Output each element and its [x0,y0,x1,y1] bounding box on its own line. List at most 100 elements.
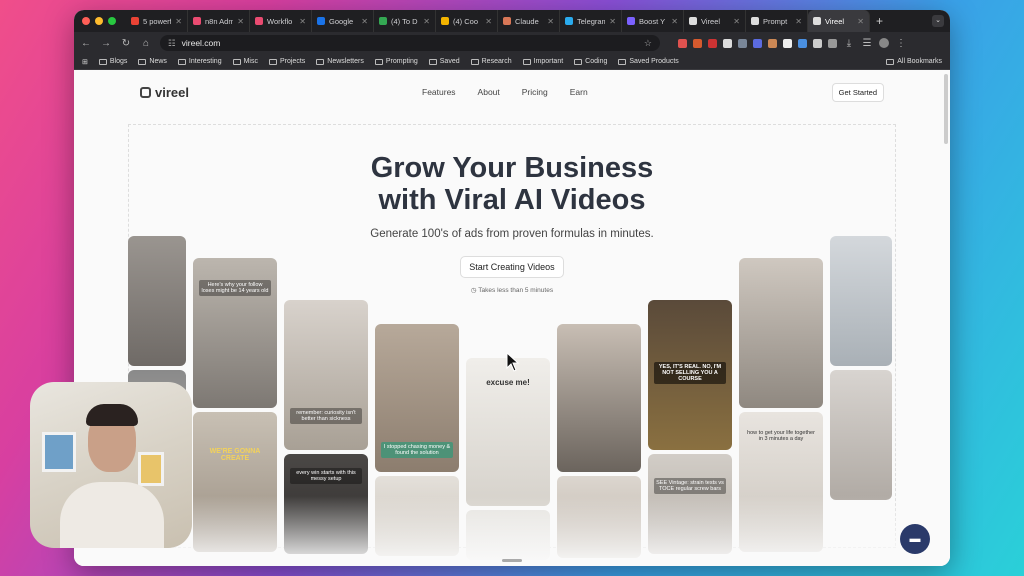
home-icon[interactable]: ⌂ [140,38,152,49]
browser-tab[interactable]: Claude ✕ [498,10,560,32]
video-card[interactable] [830,370,892,500]
tab-favicon-icon [317,17,325,25]
video-caption: SEE Vintage: strain tests vs TOCE regula… [654,478,726,494]
nav-features[interactable]: Features [422,87,456,97]
bookmark-folder[interactable]: Misc [232,58,258,65]
wall-frame [138,452,164,486]
time-note: ◷ Takes less than 5 minutes [74,286,950,294]
back-icon[interactable]: ← [80,38,92,49]
bookmark-folder[interactable]: Prompting [374,58,418,65]
tab-close-icon[interactable]: ✕ [175,17,182,26]
browser-tab[interactable]: Telegram ✕ [560,10,622,32]
bookmark-label: Saved [439,58,460,65]
extension-icon[interactable] [753,38,762,48]
folder-icon [316,58,325,65]
video-card[interactable]: remember: curiosity isn't better than si… [284,300,368,450]
tab-search-icon[interactable]: ⌄ [932,15,944,27]
browser-tab[interactable]: (4) To D ✕ [374,10,436,32]
bookmark-folder[interactable]: Interesting [177,58,222,65]
extension-icon[interactable] [708,38,717,48]
tab-close-icon[interactable]: ✕ [485,17,492,26]
bookmark-folder[interactable]: News [138,58,167,65]
video-caption: I stopped chasing money & found the solu… [381,442,453,458]
site-info-icon[interactable]: ☷ [168,38,176,49]
get-started-button[interactable]: Get Started [831,82,884,102]
tab-close-icon[interactable]: ✕ [547,17,554,26]
maximize-window-button[interactable] [108,17,116,25]
bookmark-folder[interactable]: Newsletters [316,58,364,65]
tab-close-icon[interactable]: ✕ [299,17,306,26]
nav-earn[interactable]: Earn [570,87,588,97]
folder-icon [268,58,277,65]
browser-tab[interactable]: Boost Y ✕ [622,10,684,32]
tab-favicon-icon [255,17,263,25]
bookmark-folder[interactable]: Blogs [98,58,127,65]
extension-icon[interactable] [693,38,702,48]
extension-icon[interactable] [768,38,777,48]
tab-close-icon[interactable]: ✕ [361,17,368,26]
browser-tab[interactable]: Vireel ✕ [808,10,870,32]
extension-icon[interactable] [813,38,822,48]
tab-favicon-icon [813,17,821,25]
video-card[interactable]: YES, IT'S REAL. NO, I'M NOT SELLING YOU … [648,300,732,450]
tab-close-icon[interactable]: ✕ [733,17,740,26]
logo-text: vireel [155,84,189,100]
address-bar[interactable]: ☷ vireel.com ☆ [160,35,660,51]
nav-pricing[interactable]: Pricing [522,87,548,97]
close-window-button[interactable] [82,17,90,25]
apps-grid-icon[interactable]: ⊞ [82,58,88,66]
menu-icon[interactable]: ⋮ [895,38,907,49]
profile-avatar[interactable] [879,38,889,48]
hero-section: Grow Your Business with Viral AI Videos … [74,152,950,294]
bookmark-folder[interactable]: Saved Products [618,58,679,65]
hero-title-line2: with Viral AI Videos [378,184,646,216]
bookmark-folder[interactable]: Coding [574,58,607,65]
browser-tab[interactable]: (4) Coo ✕ [436,10,498,32]
extension-icon[interactable] [783,38,792,48]
presenter-body [60,482,164,548]
video-card[interactable]: excuse me! [466,358,550,506]
nav-about[interactable]: About [478,87,500,97]
tab-close-icon[interactable]: ✕ [423,17,430,26]
extension-icon[interactable] [798,38,807,48]
extension-icon[interactable] [723,38,732,48]
bookmark-star-icon[interactable]: ☆ [644,38,652,49]
extension-icon[interactable] [738,38,747,48]
page-scrollbar[interactable] [944,74,948,144]
forward-icon[interactable]: → [100,38,112,49]
browser-tab[interactable]: Vireel ✕ [684,10,746,32]
bookmark-label: Saved Products [629,58,679,65]
bookmark-folder[interactable]: Projects [268,58,305,65]
tab-close-icon[interactable]: ✕ [237,17,244,26]
video-caption: YES, IT'S REAL. NO, I'M NOT SELLING YOU … [654,362,726,384]
new-tab-button[interactable]: + [870,14,889,28]
chat-icon: ▬ [909,533,921,545]
browser-tab[interactable]: Google ✕ [312,10,374,32]
extension-icon[interactable] [678,38,687,48]
start-creating-videos-button[interactable]: Start Creating Videos [460,256,564,278]
bookmark-label: Misc [243,58,258,65]
browser-tab[interactable]: 5 powerf ✕ [126,10,188,32]
download-icon[interactable]: ⤓ [843,38,855,49]
video-card[interactable]: I stopped chasing money & found the solu… [375,324,459,472]
tab-close-icon[interactable]: ✕ [857,17,864,26]
minimize-window-button[interactable] [95,17,103,25]
video-card[interactable] [557,324,641,472]
browser-tab[interactable]: Workflo ✕ [250,10,312,32]
browser-tab[interactable]: Prompt ✕ [746,10,808,32]
sidebar-icon[interactable]: ☰ [861,38,873,49]
bookmark-folder[interactable]: Important [522,58,563,65]
reload-icon[interactable]: ↻ [120,38,132,49]
drag-handle[interactable] [502,559,522,562]
bookmark-folder[interactable]: Research [470,58,512,65]
tab-close-icon[interactable]: ✕ [609,17,616,26]
all-bookmarks[interactable]: All Bookmarks [886,58,942,65]
chat-support-button[interactable]: ▬ [900,524,930,554]
site-logo[interactable]: vireel [140,85,189,100]
browser-tab[interactable]: n8n Adm ✕ [188,10,250,32]
bookmark-folder[interactable]: Saved [428,58,460,65]
tab-close-icon[interactable]: ✕ [671,17,678,26]
time-note-text: Takes less than 5 minutes [478,287,554,294]
tab-close-icon[interactable]: ✕ [795,17,802,26]
puzzle-icon[interactable] [828,38,837,48]
